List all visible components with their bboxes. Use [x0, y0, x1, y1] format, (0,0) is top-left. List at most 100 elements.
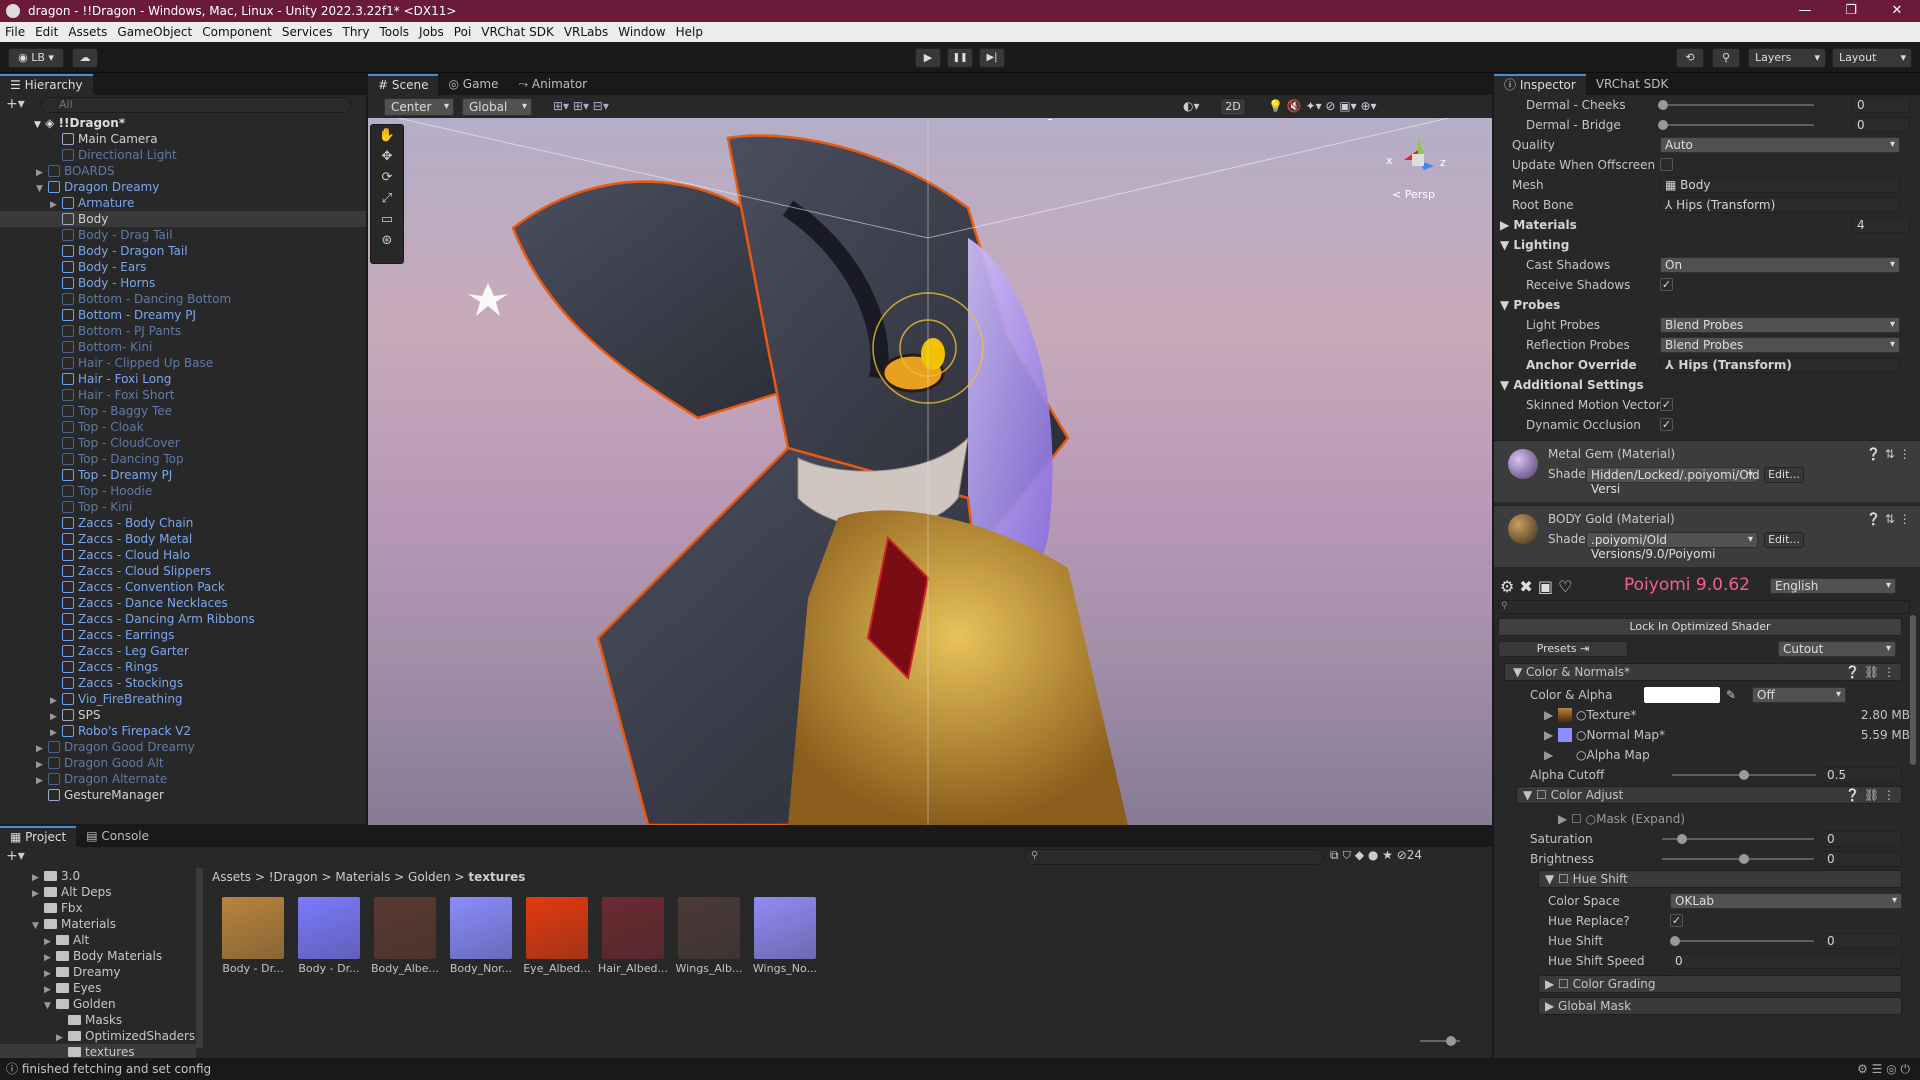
pivot-dropdown[interactable]: Center	[384, 98, 454, 116]
hierarchy-item[interactable]: Body	[0, 211, 366, 227]
receive-shadows-checkbox[interactable]: ✓	[1660, 278, 1673, 291]
hierarchy-item[interactable]: Hair - Foxi Short	[0, 387, 366, 403]
hierarchy-item[interactable]: Zaccs - Earrings	[0, 627, 366, 643]
hierarchy-item[interactable]: ▶ BOARDS	[0, 163, 366, 179]
probes-foldout[interactable]: ▼ Probes	[1500, 295, 1560, 315]
menu-item-jobs[interactable]: Jobs	[414, 22, 449, 42]
minimize-button[interactable]: —	[1782, 0, 1828, 22]
play-button[interactable]: ▶	[915, 48, 941, 68]
hierarchy-item[interactable]: Bottom- Kini	[0, 339, 366, 355]
menu-item-poi[interactable]: Poi	[449, 22, 476, 42]
hierarchy-item[interactable]: Top - Dancing Top	[0, 451, 366, 467]
materials-foldout[interactable]: ▶ Materials	[1500, 215, 1577, 235]
hierarchy-item[interactable]: ▶ Vio_FireBreathing	[0, 691, 366, 707]
search-icon[interactable]: ⚲	[1712, 48, 1740, 68]
texture-thumbnail[interactable]	[450, 897, 512, 959]
hierarchy-item[interactable]: Zaccs - Body Metal	[0, 531, 366, 547]
hue-shift-section[interactable]: ▼ ☐ Hue Shift	[1538, 870, 1902, 888]
breadcrumb-item[interactable]: textures	[468, 870, 525, 884]
hierarchy-item[interactable]: Main Camera	[0, 131, 366, 147]
hierarchy-item[interactable]: Hair - Clipped Up Base	[0, 355, 366, 371]
hierarchy-item[interactable]: Top - Cloak	[0, 419, 366, 435]
layout-dropdown[interactable]: Layout ▾	[1832, 48, 1912, 68]
shader-dropdown-1[interactable]: Hidden/Locked/.poiyomi/Old Versi	[1586, 467, 1760, 496]
tab-vrchat-sdk[interactable]: VRChat SDK	[1586, 74, 1679, 95]
hierarchy-item[interactable]: ▼ Dragon Dreamy	[0, 179, 366, 195]
breadcrumb-item[interactable]: !Dragon	[269, 870, 318, 884]
history-icon[interactable]: ⟲	[1676, 48, 1704, 68]
2d-toggle[interactable]: 2D	[1220, 98, 1246, 116]
breadcrumb-item[interactable]: Golden	[408, 870, 451, 884]
hierarchy-item[interactable]: Bottom - PJ Pants	[0, 323, 366, 339]
hierarchy-item[interactable]: Hair - Foxi Long	[0, 371, 366, 387]
maximize-button[interactable]: ❐	[1828, 0, 1874, 22]
account-dropdown[interactable]: ◉ LB ▾	[8, 48, 64, 68]
hierarchy-item[interactable]: Top - Hoodie	[0, 483, 366, 499]
hierarchy-item[interactable]: ▶ SPS	[0, 707, 366, 723]
hierarchy-item[interactable]: Body - Ears	[0, 259, 366, 275]
project-folder[interactable]: ▶ 3.0	[0, 868, 196, 884]
poiyomi-toolbar-icons[interactable]: ⚙ ✖ ▣ ♡	[1500, 577, 1572, 596]
layers-dropdown[interactable]: Layers ▾	[1748, 48, 1826, 68]
scene-root[interactable]: ▼ ◈ !!Dragon*	[0, 115, 366, 131]
add-object-button[interactable]: +▾	[6, 96, 36, 114]
hierarchy-item[interactable]: Top - Baggy Tee	[0, 403, 366, 419]
texture-thumbnail[interactable]	[374, 897, 436, 959]
tab-hierarchy[interactable]: ☰ Hierarchy	[0, 74, 93, 95]
hierarchy-item[interactable]: Body - Horns	[0, 275, 366, 291]
dermal-bridge-value[interactable]: 0	[1852, 117, 1910, 133]
breadcrumb-item[interactable]: Materials	[335, 870, 390, 884]
project-folder[interactable]: ▶ Alt Deps	[0, 884, 196, 900]
mesh-field[interactable]: ▦ Body	[1660, 177, 1900, 193]
cloud-icon[interactable]: ☁	[72, 48, 98, 68]
materials-count[interactable]: 4	[1852, 217, 1910, 233]
hierarchy-item[interactable]: Directional Light	[0, 147, 366, 163]
help-icon[interactable]: ❔ ⇅ ⋮	[1866, 512, 1911, 526]
dermal-cheeks-value[interactable]: 0	[1852, 97, 1910, 113]
lock-optimized-shader-button[interactable]: Lock In Optimized Shader	[1498, 618, 1902, 636]
hierarchy-item[interactable]: ▶ Dragon Good Alt	[0, 755, 366, 771]
menu-item-gameobject[interactable]: GameObject	[112, 22, 197, 42]
texture-thumbnail[interactable]	[222, 897, 284, 959]
transform-tools[interactable]: ✋ ✥ ⟳ ⤢ ▭ ⊛	[370, 124, 404, 264]
tab-scene[interactable]: # Scene	[368, 74, 439, 95]
menu-item-file[interactable]: File	[0, 22, 30, 42]
menu-item-window[interactable]: Window	[613, 22, 670, 42]
create-asset-button[interactable]: +▾	[6, 848, 25, 864]
project-folder[interactable]: ▶ Body Materials	[0, 948, 196, 964]
hierarchy-item[interactable]: Body - Dragon Tail	[0, 243, 366, 259]
additional-settings-foldout[interactable]: ▼ Additional Settings	[1500, 375, 1644, 395]
hierarchy-item[interactable]: Body - Drag Tail	[0, 227, 366, 243]
project-folder[interactable]: Masks	[0, 1012, 196, 1028]
thumbnail-size-slider[interactable]	[1420, 1036, 1460, 1046]
status-icons[interactable]: ⚙ ☰ ◎ ⏻	[1857, 1058, 1910, 1080]
hierarchy-item[interactable]: Top - Dreamy PJ	[0, 467, 366, 483]
root-bone-field[interactable]: ⅄ Hips (Transform)	[1660, 197, 1900, 213]
shading-mode-icon[interactable]: ◐▾	[1183, 99, 1200, 113]
color-adjust-section[interactable]: ▼ ☐ Color Adjust ❔ ⛓ ⋮	[1516, 786, 1902, 804]
render-mode-dropdown[interactable]: Cutout	[1778, 641, 1896, 657]
menu-item-help[interactable]: Help	[671, 22, 708, 42]
project-folder[interactable]: ▼ Golden	[0, 996, 196, 1012]
quality-dropdown[interactable]: Auto	[1660, 137, 1900, 153]
project-folder[interactable]: ▶ Dreamy	[0, 964, 196, 980]
hierarchy-item[interactable]: Zaccs - Cloud Slippers	[0, 563, 366, 579]
scene-view-toggles[interactable]: 💡 🔇 ✦▾ ⊘ ▣▾ ⊕▾	[1268, 99, 1377, 113]
color-normals-section[interactable]: ▼ Color & Normals* ❔ ⛓ ⋮	[1504, 663, 1902, 681]
texture-thumbnail[interactable]	[602, 897, 664, 959]
hierarchy-item[interactable]: Top - CloudCover	[0, 435, 366, 451]
texture-thumbnail[interactable]	[678, 897, 740, 959]
tab-console[interactable]: ▤ Console	[76, 826, 159, 847]
hierarchy-item[interactable]: Zaccs - Dance Necklaces	[0, 595, 366, 611]
menu-item-edit[interactable]: Edit	[30, 22, 63, 42]
hierarchy-item[interactable]: ▶ Dragon Good Dreamy	[0, 739, 366, 755]
anchor-override-field[interactable]: ⅄ Hips (Transform)	[1660, 357, 1900, 373]
hierarchy-item[interactable]: Zaccs - Stockings	[0, 675, 366, 691]
menu-item-services[interactable]: Services	[277, 22, 338, 42]
language-dropdown[interactable]: English	[1770, 578, 1896, 594]
menu-item-tools[interactable]: Tools	[374, 22, 414, 42]
edit-shader-button-1[interactable]: Edit...	[1764, 467, 1804, 483]
hierarchy-search-input[interactable]: All	[40, 97, 352, 113]
alpha-cutoff-value[interactable]: 0.5	[1822, 767, 1902, 783]
hierarchy-item[interactable]: Zaccs - Dancing Arm Ribbons	[0, 611, 366, 627]
